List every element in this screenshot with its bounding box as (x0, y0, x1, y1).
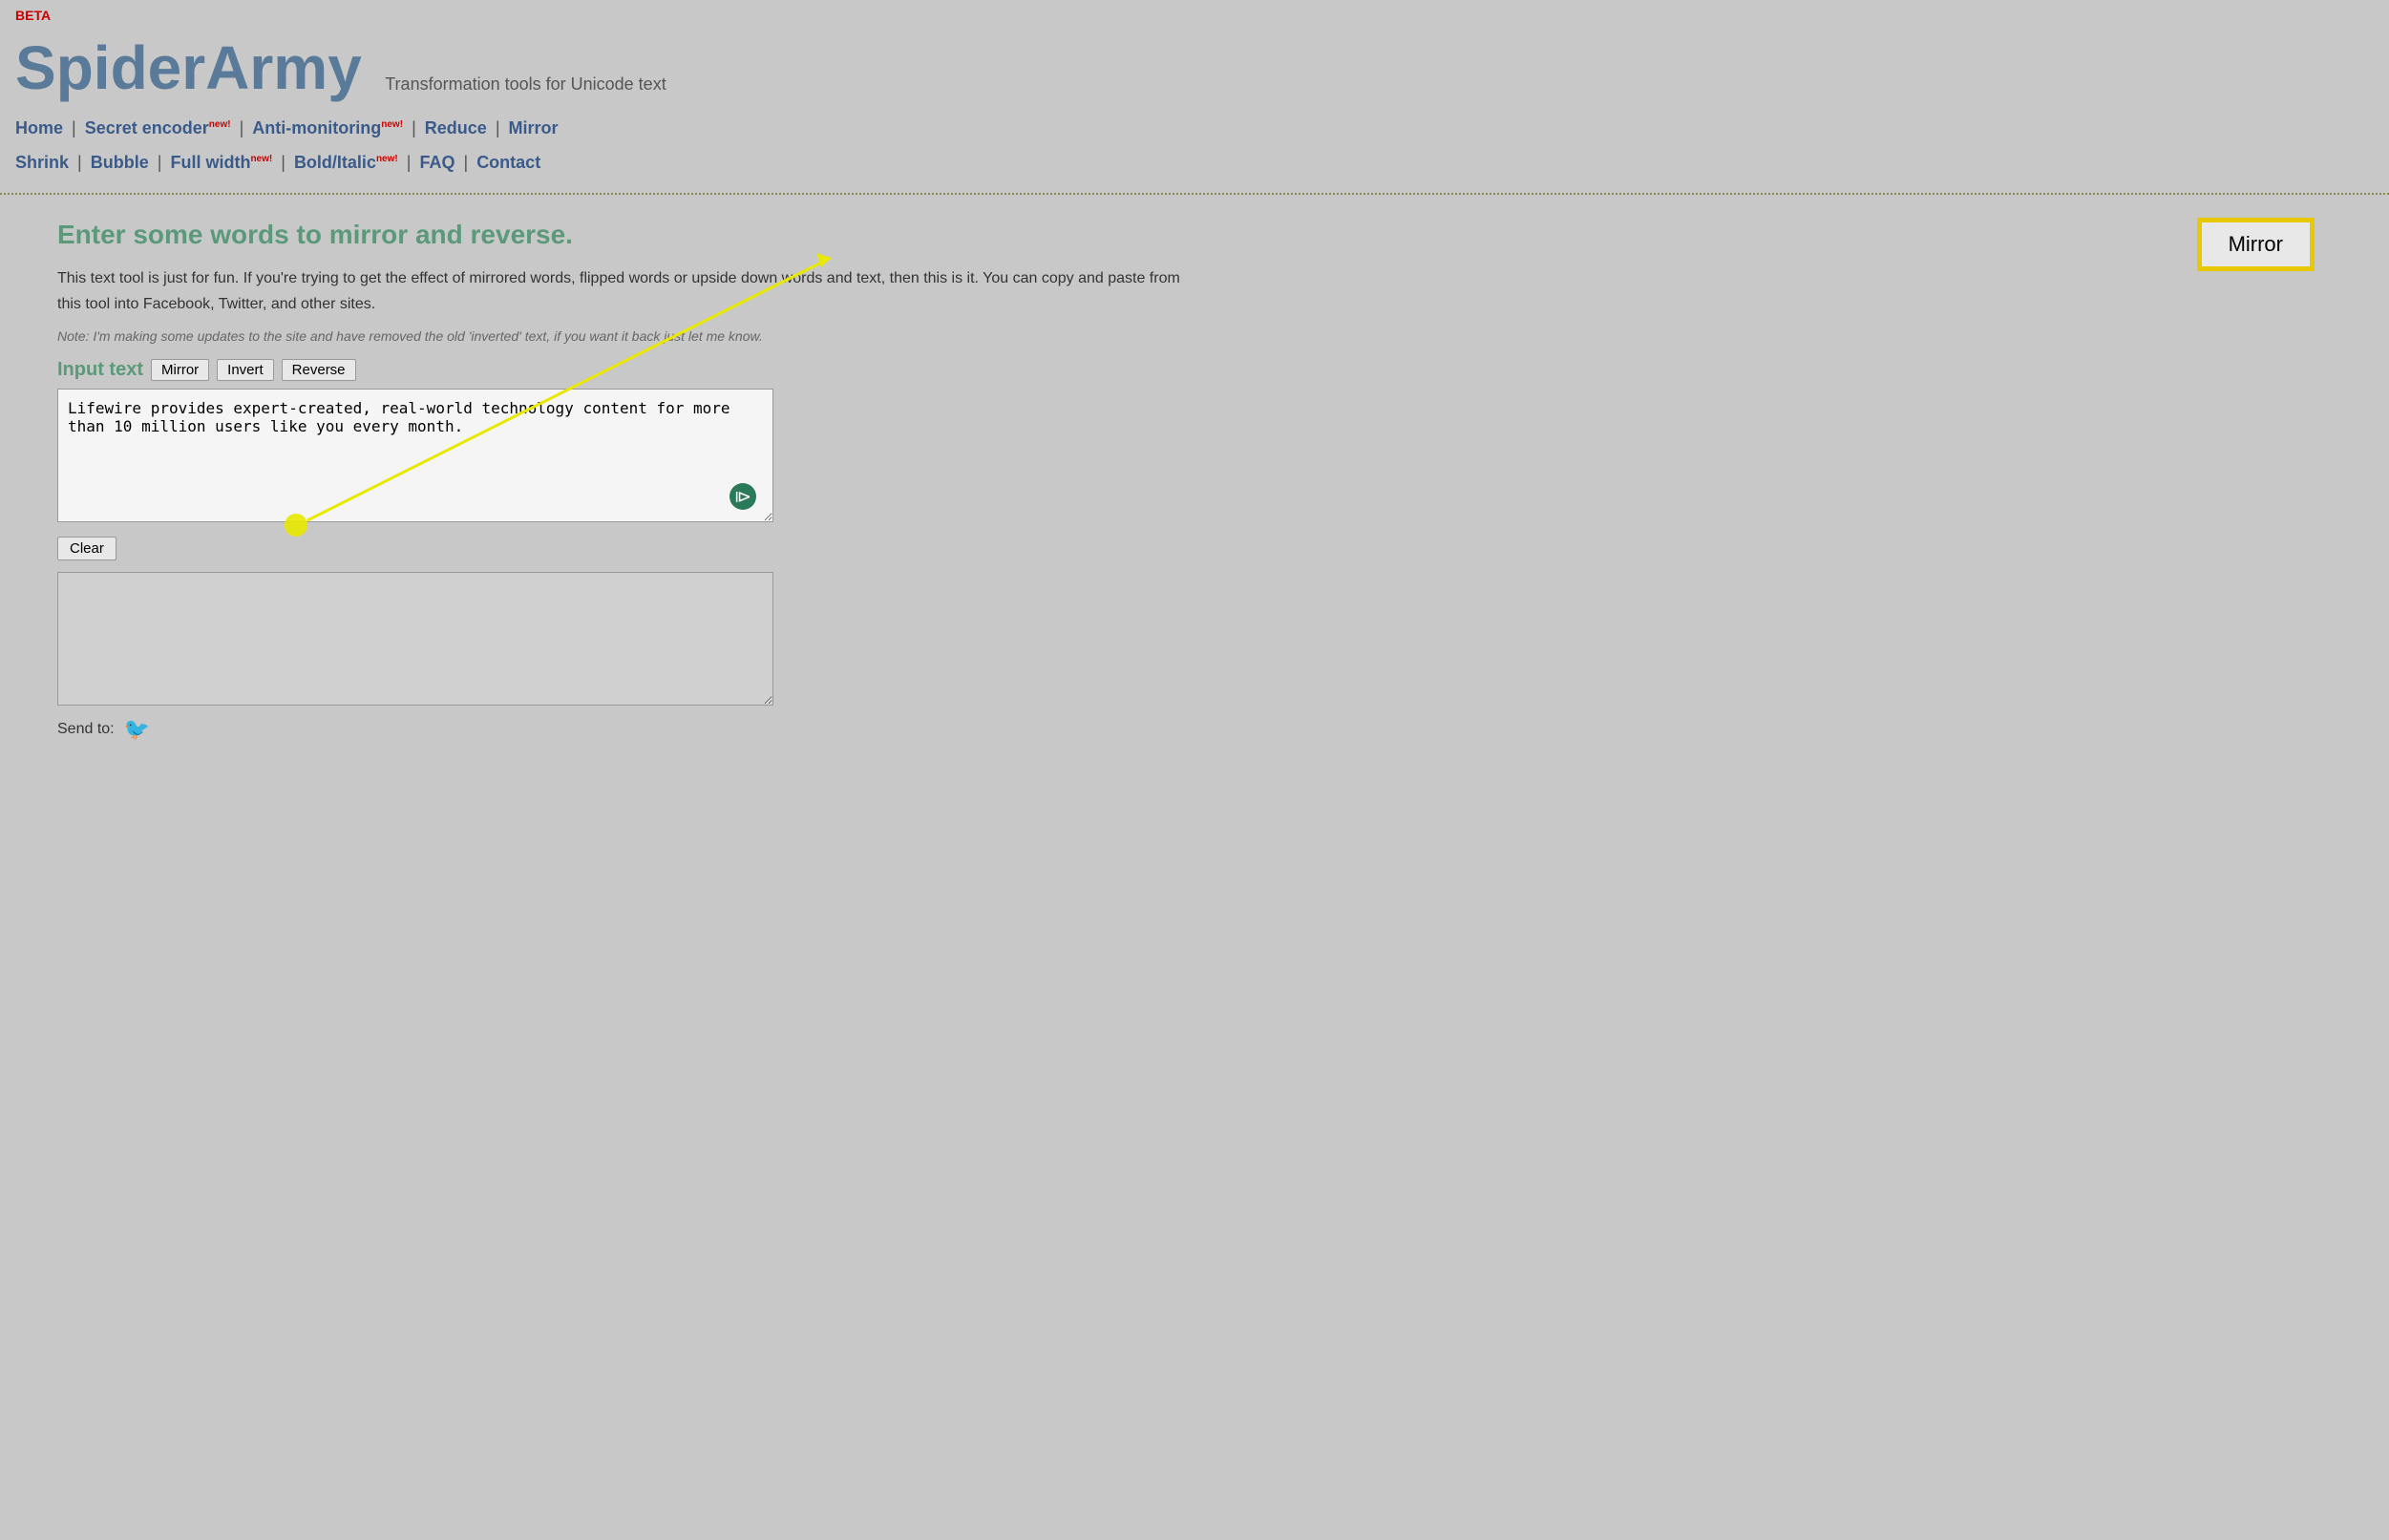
nav-shrink[interactable]: Shrink (15, 153, 69, 172)
nav-faq[interactable]: FAQ (419, 153, 455, 172)
description: This text tool is just for fun. If you'r… (57, 265, 1203, 317)
nav-bubble[interactable]: Bubble (91, 153, 149, 172)
mirror-highlight-button[interactable]: Mirror (2199, 220, 2313, 269)
input-textarea[interactable]: Lifewire provides expert-created, real-w… (57, 389, 773, 522)
input-label-row: Input text Mirror Invert Reverse (57, 359, 2332, 381)
site-tagline: Transformation tools for Unicode text (385, 74, 666, 94)
nav: Home | Secret encodernew! | Anti-monitor… (0, 103, 2389, 187)
nav-divider (0, 193, 2389, 195)
nav-anti-monitoring[interactable]: Anti-monitoring (252, 118, 381, 137)
nav-mirror[interactable]: Mirror (509, 118, 559, 137)
header: SpiderArmy Transformation tools for Unic… (0, 23, 2389, 103)
nav-home[interactable]: Home (15, 118, 63, 137)
beta-label: BETA (0, 0, 2389, 23)
nav-reduce[interactable]: Reduce (425, 118, 487, 137)
page-heading: Enter some words to mirror and reverse. (57, 220, 2332, 250)
output-textarea[interactable] (57, 572, 773, 706)
send-to-row: Send to: 🐦 (57, 717, 2332, 742)
note-text: Note: I'm making some updates to the sit… (57, 328, 2332, 344)
nav-secret-encoder[interactable]: Secret encoder (85, 118, 209, 137)
send-to-label: Send to: (57, 721, 115, 738)
invert-button[interactable]: Invert (217, 359, 274, 381)
site-title: SpiderArmy (15, 33, 362, 102)
main-content: Mirror Enter some words to mirror and re… (0, 200, 2389, 761)
mirror-button[interactable]: Mirror (151, 359, 209, 381)
nav-bold-italic[interactable]: Bold/Italic (294, 153, 376, 172)
input-wrapper: Lifewire provides expert-created, real-w… (57, 389, 773, 527)
twitter-icon[interactable]: 🐦 (124, 717, 150, 742)
reverse-button[interactable]: Reverse (282, 359, 356, 381)
nav-contact[interactable]: Contact (476, 153, 540, 172)
nav-full-width[interactable]: Full width (170, 153, 250, 172)
mirror-highlight-container: Mirror (2199, 220, 2313, 269)
input-label: Input text (57, 359, 143, 381)
clear-button[interactable]: Clear (57, 537, 116, 560)
